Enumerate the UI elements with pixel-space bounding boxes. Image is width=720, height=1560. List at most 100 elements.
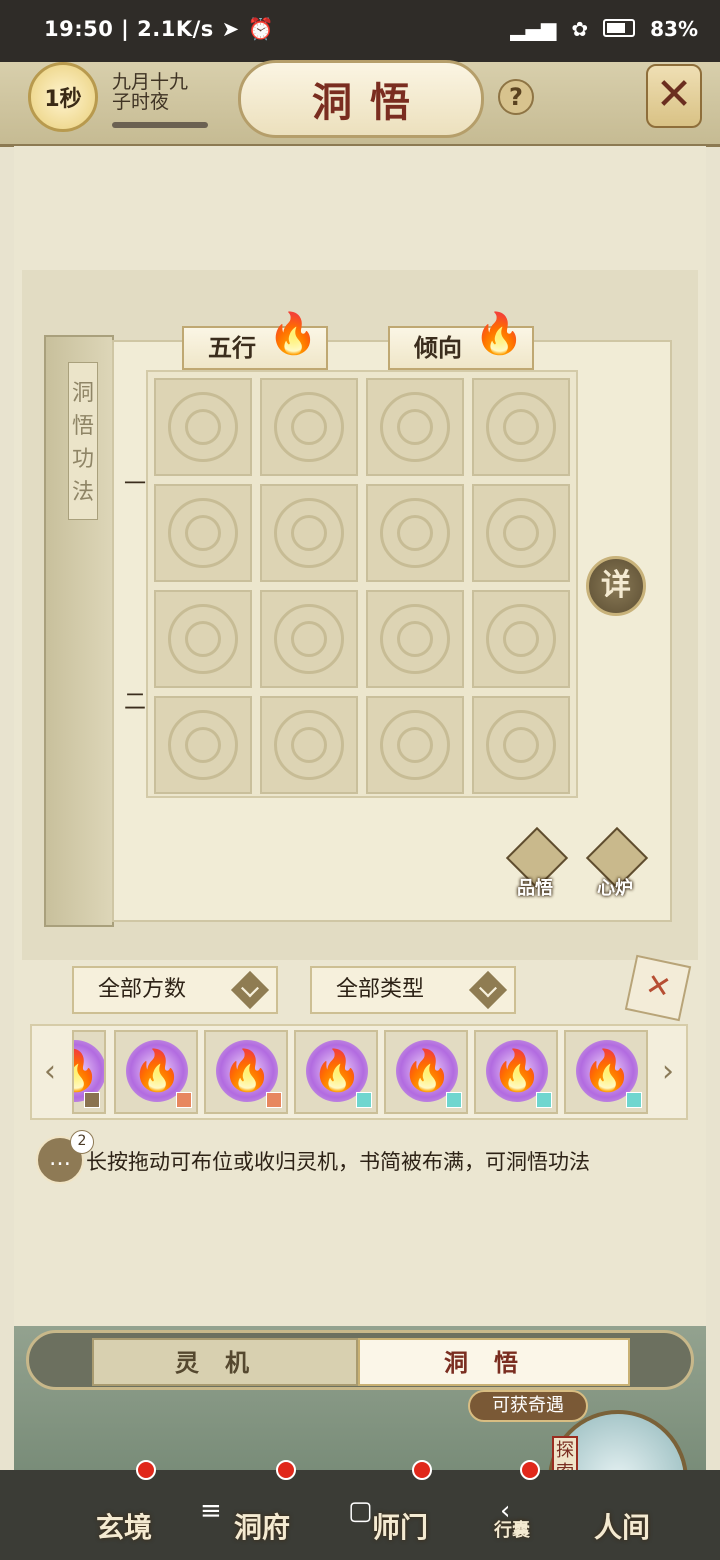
help-button[interactable]: ? bbox=[498, 79, 534, 115]
yin-yang-icon bbox=[274, 710, 344, 780]
detail-button[interactable]: 详 bbox=[586, 556, 646, 616]
grid-slot[interactable] bbox=[154, 696, 252, 794]
yin-yang-icon bbox=[486, 498, 556, 568]
spirit-item[interactable]: 🔥 bbox=[474, 1030, 558, 1114]
page-title: 洞悟 bbox=[238, 60, 484, 138]
yin-yang-icon bbox=[274, 392, 344, 462]
grid-slot[interactable] bbox=[260, 590, 358, 688]
item-type-tag bbox=[266, 1092, 282, 1108]
encounter-label[interactable]: 可获奇遇 bbox=[468, 1390, 588, 1422]
alarm-icon: ⏰ bbox=[247, 17, 275, 41]
item-type-tag bbox=[446, 1092, 462, 1108]
date-period: 子时夜 bbox=[112, 91, 170, 113]
chevron-down-icon bbox=[230, 970, 270, 1010]
grid-slot[interactable] bbox=[366, 484, 464, 582]
notification-dot bbox=[276, 1460, 296, 1480]
spirit-item[interactable]: 🔥 bbox=[72, 1030, 106, 1114]
book-cover-title: 洞悟功法 bbox=[68, 362, 98, 520]
system-home-icon[interactable]: ▢ bbox=[348, 1496, 373, 1526]
pinwheel-icon: ✿ bbox=[571, 17, 589, 41]
heart-furnace-label: 心炉 bbox=[597, 878, 633, 899]
nav-bag-label: 行囊 bbox=[494, 1520, 530, 1541]
grid-slot[interactable] bbox=[260, 484, 358, 582]
spirit-item[interactable]: 🔥 bbox=[384, 1030, 468, 1114]
yin-yang-icon bbox=[380, 392, 450, 462]
hint-text: 长按拖动可布位或收归灵机，书简被布满，可洞悟功法 bbox=[86, 1150, 590, 1174]
time-progress-bar bbox=[112, 122, 208, 128]
spirit-item[interactable]: 🔥 bbox=[114, 1030, 198, 1114]
tab-insight[interactable]: 洞悟 bbox=[358, 1338, 630, 1386]
page-title-text: 洞悟 bbox=[312, 79, 428, 126]
tab-tendency-label: 倾向 bbox=[414, 333, 462, 362]
grid-slot[interactable] bbox=[260, 378, 358, 476]
tab-five-elements[interactable]: 五行 🔥 bbox=[182, 314, 328, 370]
yin-yang-icon bbox=[380, 498, 450, 568]
grid-slot[interactable] bbox=[472, 378, 570, 476]
nav-bag[interactable]: 行囊 bbox=[462, 1460, 562, 1554]
yin-yang-icon bbox=[274, 498, 344, 568]
nav-mystic-realm[interactable]: 玄境 bbox=[74, 1460, 174, 1554]
yin-yang-icon bbox=[168, 498, 238, 568]
date-day: 九月十九 bbox=[112, 71, 189, 93]
battery-icon bbox=[603, 19, 636, 37]
grid-slot[interactable] bbox=[366, 378, 464, 476]
yin-yang-icon bbox=[168, 604, 238, 674]
notification-dot bbox=[520, 1460, 540, 1480]
chevron-right-icon[interactable]: › bbox=[662, 1054, 674, 1089]
nav-mystic-realm-label: 玄境 bbox=[95, 1511, 152, 1544]
nav-cave-label: 洞府 bbox=[233, 1511, 290, 1544]
close-button[interactable]: ✕ bbox=[646, 64, 702, 128]
signal-icon: ▂▄▆ bbox=[510, 17, 557, 41]
yin-yang-icon bbox=[486, 604, 556, 674]
game-timer[interactable]: 1秒 bbox=[28, 62, 98, 132]
comprehend-label: 品悟 bbox=[517, 878, 553, 899]
grid-slot[interactable] bbox=[366, 590, 464, 688]
grid-slot[interactable] bbox=[472, 696, 570, 794]
game-date: 九月十九 子时夜 bbox=[112, 72, 188, 112]
heart-furnace-button[interactable]: 心炉 bbox=[582, 826, 649, 899]
item-type-tag bbox=[536, 1092, 552, 1108]
tab-spirit-energy[interactable]: 灵机 bbox=[92, 1338, 358, 1386]
purple-fire-icon: 🔥 bbox=[474, 310, 524, 357]
notification-dot bbox=[136, 1460, 156, 1480]
comprehend-button[interactable]: 品悟 bbox=[502, 826, 569, 899]
grid-slot[interactable] bbox=[154, 484, 252, 582]
network-speed: 2.1K/s bbox=[137, 17, 214, 41]
yin-yang-icon bbox=[274, 604, 344, 674]
system-back-icon[interactable]: ‹ bbox=[500, 1496, 510, 1526]
item-type-tag bbox=[176, 1092, 192, 1108]
tab-tendency[interactable]: 倾向 🔥 bbox=[388, 314, 534, 370]
system-menu-icon[interactable]: ≡ bbox=[200, 1496, 222, 1526]
item-type-tag bbox=[356, 1092, 372, 1108]
type-filter-dropdown[interactable]: 全部类型 bbox=[310, 966, 516, 1014]
grid-slot[interactable] bbox=[366, 696, 464, 794]
battery-level: 83% bbox=[650, 17, 698, 41]
status-left: 19:50 | 2.1K/s ➤ ⏰ bbox=[44, 17, 275, 41]
yin-yang-icon bbox=[486, 392, 556, 462]
status-bar: 19:50 | 2.1K/s ➤ ⏰ ▂▄▆ ✿ 83% bbox=[0, 0, 720, 62]
grid-slot[interactable] bbox=[472, 590, 570, 688]
spirit-item[interactable]: 🔥 bbox=[294, 1030, 378, 1114]
spirit-item[interactable]: 🔥 bbox=[564, 1030, 648, 1114]
nav-mortal-world-label: 人间 bbox=[593, 1511, 650, 1544]
yin-yang-icon bbox=[380, 710, 450, 780]
grid-slot[interactable] bbox=[154, 378, 252, 476]
type-filter-label: 全部类型 bbox=[336, 977, 425, 1002]
item-type-tag bbox=[84, 1092, 100, 1108]
row-mark-two: 二 bbox=[124, 690, 147, 715]
grid-slot[interactable] bbox=[154, 590, 252, 688]
nav-cave[interactable]: 洞府 bbox=[212, 1460, 312, 1554]
yin-yang-icon bbox=[168, 392, 238, 462]
nav-mortal-world[interactable]: 人间 bbox=[572, 1474, 672, 1554]
grid-slot[interactable] bbox=[260, 696, 358, 794]
tab-five-elements-label: 五行 bbox=[208, 333, 256, 362]
sort-button[interactable]: ✕ bbox=[624, 954, 692, 1022]
spirit-item[interactable]: 🔥 bbox=[204, 1030, 288, 1114]
yin-yang-icon bbox=[380, 604, 450, 674]
clock: 19:50 bbox=[44, 17, 114, 41]
status-right: ▂▄▆ ✿ 83% bbox=[502, 17, 698, 41]
count-filter-dropdown[interactable]: 全部方数 bbox=[72, 966, 278, 1014]
chevron-left-icon[interactable]: ‹ bbox=[44, 1054, 56, 1089]
grid-slot[interactable] bbox=[472, 484, 570, 582]
yin-yang-icon bbox=[486, 710, 556, 780]
